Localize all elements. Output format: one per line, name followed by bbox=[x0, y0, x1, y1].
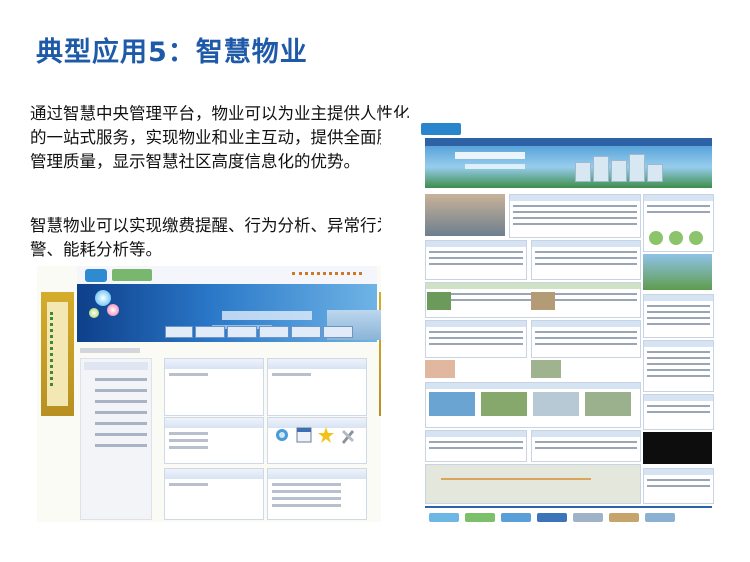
portal-logo bbox=[421, 123, 461, 135]
nav-tab[interactable] bbox=[291, 326, 321, 338]
portal-nav bbox=[425, 138, 712, 146]
header-slogan bbox=[222, 311, 312, 320]
side-box bbox=[643, 340, 714, 392]
info-box bbox=[531, 430, 641, 462]
news-box bbox=[509, 194, 641, 238]
login-box bbox=[643, 194, 714, 252]
info-box bbox=[425, 320, 527, 358]
sidebar-item[interactable] bbox=[95, 378, 147, 381]
breadcrumb bbox=[80, 348, 140, 353]
partner-logo[interactable] bbox=[609, 513, 639, 522]
thumb-image bbox=[531, 292, 555, 310]
nav-tab[interactable] bbox=[259, 326, 289, 338]
sidebar-item[interactable] bbox=[95, 411, 147, 414]
nav-tab[interactable] bbox=[195, 326, 225, 338]
partner-logo[interactable] bbox=[501, 513, 531, 522]
content-panel bbox=[164, 358, 264, 416]
community-portal-screenshot bbox=[381, 118, 748, 541]
info-box bbox=[531, 320, 641, 358]
map-road bbox=[441, 478, 591, 480]
platform-nav bbox=[77, 324, 377, 338]
content-panel bbox=[164, 417, 264, 464]
thumb-image bbox=[427, 292, 451, 310]
side-box bbox=[643, 394, 714, 430]
slide: 典型应用5：智慧物业 通过智慧中央管理平台，物业可以为业主提供人性化的一站式服务… bbox=[0, 0, 750, 562]
thumb-image bbox=[533, 392, 579, 416]
property-platform-screenshot bbox=[37, 266, 414, 522]
nav-tab[interactable] bbox=[165, 326, 193, 338]
bubble-icon bbox=[89, 308, 99, 318]
features-paragraph: 智慧物业可以实现缴费提醒、行为分析、异常行为告警、能耗分析等。 bbox=[30, 216, 410, 259]
info-box bbox=[531, 240, 641, 280]
news-photo bbox=[425, 194, 505, 236]
calendar-icon[interactable] bbox=[296, 426, 312, 444]
bubble-icon bbox=[95, 290, 111, 306]
info-box bbox=[425, 430, 527, 462]
side-image bbox=[643, 254, 712, 290]
side-box bbox=[643, 294, 714, 338]
telecom-logo bbox=[112, 269, 152, 281]
bubble-icon bbox=[107, 304, 119, 316]
partner-logo[interactable] bbox=[573, 513, 603, 522]
platform-logo bbox=[85, 269, 107, 282]
star-icon[interactable] bbox=[318, 426, 334, 444]
content-panel bbox=[267, 358, 367, 416]
sidebar-item[interactable] bbox=[95, 400, 147, 403]
description-paragraph: 通过智慧中央管理平台，物业可以为业主提供人性化的一站式服务，实现物业和业主互动，… bbox=[30, 104, 410, 171]
globe-icon[interactable] bbox=[274, 426, 290, 444]
thumb-image bbox=[481, 392, 527, 416]
topbar-tools bbox=[292, 272, 362, 281]
sidebar-item[interactable] bbox=[95, 444, 147, 447]
slide-title: 典型应用5：智慧物业 bbox=[36, 37, 308, 68]
sidebar-item[interactable] bbox=[95, 422, 147, 425]
video-player[interactable] bbox=[643, 432, 712, 464]
thumb-image bbox=[425, 360, 455, 378]
side-box bbox=[643, 468, 714, 504]
info-box bbox=[425, 240, 527, 280]
platform-sidebar bbox=[80, 358, 152, 520]
portal-banner bbox=[425, 146, 712, 188]
thumb-image bbox=[585, 392, 631, 416]
tools-icon[interactable] bbox=[340, 426, 356, 444]
thumb-image bbox=[531, 360, 561, 378]
partner-logo[interactable] bbox=[429, 513, 459, 522]
thumb-image bbox=[429, 392, 475, 416]
partner-logo[interactable] bbox=[537, 513, 567, 522]
nav-tab[interactable] bbox=[323, 326, 353, 338]
nav-tab[interactable] bbox=[227, 326, 257, 338]
quick-tool-icons bbox=[272, 426, 362, 456]
portal-topbar bbox=[421, 123, 721, 137]
sidebar-item[interactable] bbox=[95, 433, 147, 436]
content-panel bbox=[164, 468, 264, 520]
partner-logo[interactable] bbox=[645, 513, 675, 522]
portal-footer bbox=[425, 506, 712, 534]
partner-logo[interactable] bbox=[465, 513, 495, 522]
left-hanging-banner bbox=[41, 292, 74, 416]
map-area[interactable] bbox=[425, 464, 641, 504]
content-panel bbox=[267, 468, 367, 520]
sidebar-item[interactable] bbox=[95, 389, 147, 392]
